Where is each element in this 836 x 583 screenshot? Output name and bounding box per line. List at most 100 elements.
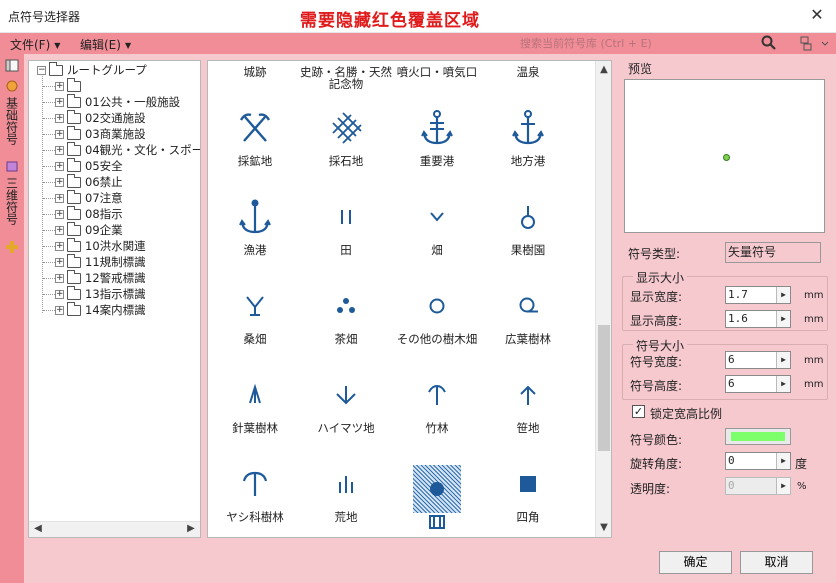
panel-toggle-button[interactable] <box>2 58 22 76</box>
spin-right-icon[interactable]: ▶ <box>776 352 790 368</box>
search-input[interactable] <box>520 35 750 52</box>
type-label: 符号类型: <box>628 247 681 261</box>
scroll-down-icon[interactable]: ▼ <box>597 521 611 535</box>
expand-icon[interactable]: + <box>55 177 64 187</box>
rotation-unit: 度 <box>795 457 808 471</box>
expand-icon[interactable]: + <box>55 305 64 315</box>
symbol-cell[interactable]: 桑畑 <box>209 287 301 347</box>
symbol-size-title: 符号大小 <box>633 337 688 354</box>
tree-item[interactable]: +02交通施設 <box>55 109 146 126</box>
expand-icon[interactable]: + <box>55 129 64 139</box>
expand-icon[interactable]: + <box>55 209 64 219</box>
display-width-field[interactable]: 1.7 ▶ <box>725 286 791 304</box>
close-button[interactable]: ✕ <box>806 4 828 26</box>
group-tree: − ルートグループ + +01公共・一般施設 +02交通施設 +03商業施設 +04観光… <box>28 60 201 538</box>
symbol-cell[interactable]: 田 <box>300 198 392 258</box>
scroll-up-icon[interactable]: ▲ <box>597 63 611 77</box>
symbol-cell[interactable]: 重要港 <box>391 109 483 169</box>
grid-vertical-scrollbar[interactable]: ▲ ▼ <box>595 61 611 537</box>
tree-item[interactable]: +10洪水関連 <box>55 237 146 254</box>
expand-icon[interactable]: + <box>55 113 64 123</box>
symbol-cell[interactable]: 広葉樹林 <box>482 287 574 347</box>
expand-icon[interactable]: + <box>55 225 64 235</box>
tree-item[interactable]: +06禁止 <box>55 173 123 190</box>
expand-icon[interactable]: + <box>55 273 64 283</box>
symbol-height-field[interactable]: 6 ▶ <box>725 375 791 393</box>
scroll-left-icon[interactable]: ◀ <box>31 522 45 536</box>
cancel-button[interactable]: 取消 <box>740 551 813 574</box>
spin-right-icon[interactable]: ▶ <box>776 311 790 327</box>
symbol-cell[interactable]: 城跡 <box>209 66 301 78</box>
collapse-icon[interactable]: − <box>37 65 46 75</box>
spin-right-icon[interactable]: ▶ <box>776 376 790 392</box>
symbol-cell[interactable]: ヤシ科樹林 <box>209 465 301 525</box>
rotation-field[interactable]: 0 ▶ <box>725 452 791 470</box>
tree-item[interactable]: +03商業施設 <box>55 125 146 142</box>
scroll-right-icon[interactable]: ▶ <box>184 522 198 536</box>
color-picker-button[interactable] <box>725 428 791 445</box>
tree-item[interactable]: +14案内標識 <box>55 301 146 318</box>
expand-icon[interactable]: + <box>55 289 64 299</box>
view-mode-icon[interactable] <box>800 35 832 52</box>
symbol-cell[interactable]: 地方港 <box>482 109 574 169</box>
ok-button[interactable]: 确定 <box>659 551 732 574</box>
tree-root[interactable]: − ルートグループ <box>37 61 147 78</box>
expand-icon[interactable]: + <box>55 257 64 267</box>
symbol-cell[interactable]: 針葉樹林 <box>209 376 301 436</box>
expand-icon[interactable]: + <box>55 193 64 203</box>
tree-item[interactable]: +01公共・一般施設 <box>55 93 180 110</box>
tree-item[interactable]: +13指示標識 <box>55 285 146 302</box>
symbol-cell[interactable]: 竹林 <box>391 376 483 436</box>
tree-horizontal-scrollbar[interactable]: ◀ ▶ <box>29 521 200 537</box>
symbol-width-field[interactable]: 6 ▶ <box>725 351 791 369</box>
symbol-height-label: 符号高度: <box>630 379 683 393</box>
expand-icon[interactable]: + <box>55 145 64 155</box>
tree-item[interactable]: + <box>55 77 85 94</box>
symbol-label: 噴火口・噴気口 <box>396 65 478 79</box>
scrollbar-thumb[interactable] <box>598 325 610 451</box>
symbol-cell[interactable]: 史跡・名勝・天然 記念物 <box>300 66 392 90</box>
symbol-cell[interactable]: 荒地 <box>300 465 392 525</box>
expand-icon[interactable]: + <box>55 81 64 91</box>
opacity-value: 0 <box>728 479 735 492</box>
display-height-value: 1.6 <box>728 312 748 325</box>
tab-basic-symbols[interactable]: 基础符号 <box>2 80 22 158</box>
symbol-cell[interactable]: 採鉱地 <box>209 109 301 169</box>
symbol-cell[interactable]: 噴火口・噴気口 <box>391 66 483 78</box>
tree-item-label: 02交通施設 <box>85 111 146 125</box>
spin-right-icon[interactable]: ▶ <box>776 453 790 469</box>
symbol-cell[interactable]: 笹地 <box>482 376 574 436</box>
symbol-cell[interactable]: その他の樹木畑 <box>391 287 483 347</box>
lock-ratio-checkbox[interactable]: ✓ <box>632 405 645 418</box>
tree-item[interactable]: +05安全 <box>55 157 123 174</box>
symbol-cell[interactable]: 畑 <box>391 198 483 258</box>
side-toolbar: 基础符号 三维符号 <box>0 54 24 583</box>
quarry-hatch-icon <box>300 109 392 147</box>
expand-icon[interactable]: + <box>55 161 64 171</box>
symbol-cell[interactable]: 茶畑 <box>300 287 392 347</box>
symbol-cell[interactable]: 温泉 <box>482 66 574 78</box>
symbol-cell[interactable]: 四角 <box>482 465 574 525</box>
expand-icon[interactable]: + <box>55 97 64 107</box>
symbol-cell[interactable]: 採石地 <box>300 109 392 169</box>
tree-item[interactable]: +07注意 <box>55 189 123 206</box>
add-button[interactable] <box>2 240 22 256</box>
spin-right-icon[interactable]: ▶ <box>776 287 790 303</box>
tree-item[interactable]: +11規制標識 <box>55 253 146 270</box>
tab-3d-symbols[interactable]: 三维符号 <box>2 160 22 238</box>
tree-item[interactable]: +08指示 <box>55 205 123 222</box>
search-icon[interactable] <box>760 34 778 52</box>
tree-item-label: 09企業 <box>85 223 123 237</box>
tree-item[interactable]: +09企業 <box>55 221 123 238</box>
symbol-cell[interactable] <box>391 465 483 535</box>
menu-edit[interactable]: 编辑(E) ▼ <box>80 36 131 53</box>
menu-file[interactable]: 文件(F) ▼ <box>10 36 60 53</box>
symbol-label: 温泉 <box>516 65 540 79</box>
display-height-field[interactable]: 1.6 ▶ <box>725 310 791 328</box>
symbol-cell[interactable]: ハイマツ地 <box>300 376 392 436</box>
tree-item[interactable]: +04観光・文化・スポー <box>55 141 200 158</box>
expand-icon[interactable]: + <box>55 241 64 251</box>
symbol-cell[interactable]: 漁港 <box>209 198 301 258</box>
tree-item[interactable]: +12警戒標識 <box>55 269 146 286</box>
symbol-cell[interactable]: 果樹園 <box>482 198 574 258</box>
